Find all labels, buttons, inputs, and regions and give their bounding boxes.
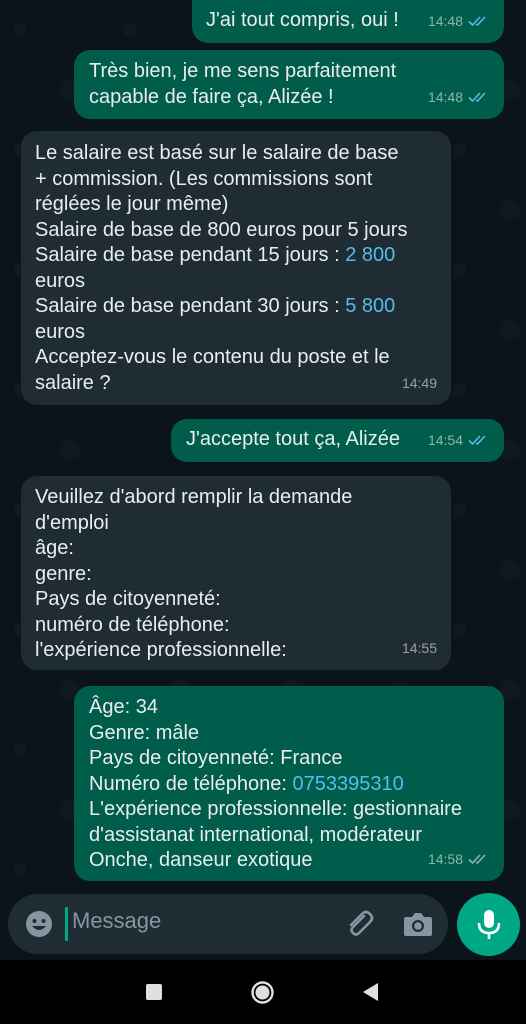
message-bubble-outgoing[interactable]: J'ai tout compris, oui ! 14:48 [192,0,504,43]
message-meta: 14:58 [428,847,490,873]
message-text-part: euros Acceptez-vous le contenu du poste … [35,320,390,394]
double-check-icon [468,435,486,446]
double-check-icon [468,92,486,103]
message-text-part: euros Salaire de base pendant 30 jours : [35,269,340,317]
message-text: J'ai tout compris, oui ! [206,9,399,31]
emoji-icon[interactable] [24,909,54,939]
message-meta: 14:48 [428,9,490,35]
camera-icon[interactable] [402,909,434,939]
text-cursor [65,907,68,941]
message-bubble-incoming[interactable]: Veuillez d'abord remplir la demande d'em… [21,476,451,670]
message-composer: Message [8,894,448,954]
paperclip-icon[interactable] [342,908,376,940]
message-time: 14:58 [427,850,463,867]
double-check-icon [468,854,486,865]
message-time: 14:48 [427,12,463,29]
message-bubble-incoming[interactable]: Le salaire est basé sur le salaire de ba… [21,131,451,405]
message-text: Âge: 34 Genre: mâle Pays de citoyenneté:… [89,695,462,874]
number-link[interactable]: 2 800 [345,244,395,266]
back-button[interactable] [361,982,379,1002]
number-link[interactable]: 5 800 [345,295,395,317]
chat-area[interactable]: J'ai tout compris, oui ! 14:48 Très bien… [0,0,526,960]
message-text: Le salaire est basé sur le salaire de ba… [35,141,407,396]
message-bubble-outgoing[interactable]: Très bien, je me sens parfaitement capab… [74,50,504,119]
message-time: 14:48 [427,88,463,105]
double-check-icon [468,16,486,27]
home-button[interactable] [250,980,275,1005]
microphone-icon [477,910,501,939]
message-text: J'accepte tout ça, Alizée [186,428,400,450]
message-time: 14:49 [401,374,437,391]
message-time: 14:55 [401,639,437,656]
system-nav-bar [0,960,526,1024]
message-bubble-outgoing[interactable]: Âge: 34 Genre: mâle Pays de citoyenneté:… [74,686,504,881]
message-meta: 14:54 [428,428,490,454]
message-input[interactable]: Message [72,908,161,934]
message-meta: 14:55 [402,636,437,662]
message-bubble-outgoing[interactable]: J'accepte tout ça, Alizée 14:54 [171,419,504,462]
message-text: Veuillez d'abord remplir la demande d'em… [35,486,353,661]
recents-button[interactable] [146,984,162,1000]
message-meta: 14:48 [428,85,490,111]
message-text: Très bien, je me sens parfaitement capab… [89,60,397,108]
phone-link[interactable]: 0753395310 [292,773,403,795]
message-time: 14:54 [427,431,463,448]
mic-button[interactable] [457,893,520,956]
message-meta: 14:49 [402,371,437,397]
message-text-part: L'expérience professionnelle: gestionnai… [89,798,462,871]
